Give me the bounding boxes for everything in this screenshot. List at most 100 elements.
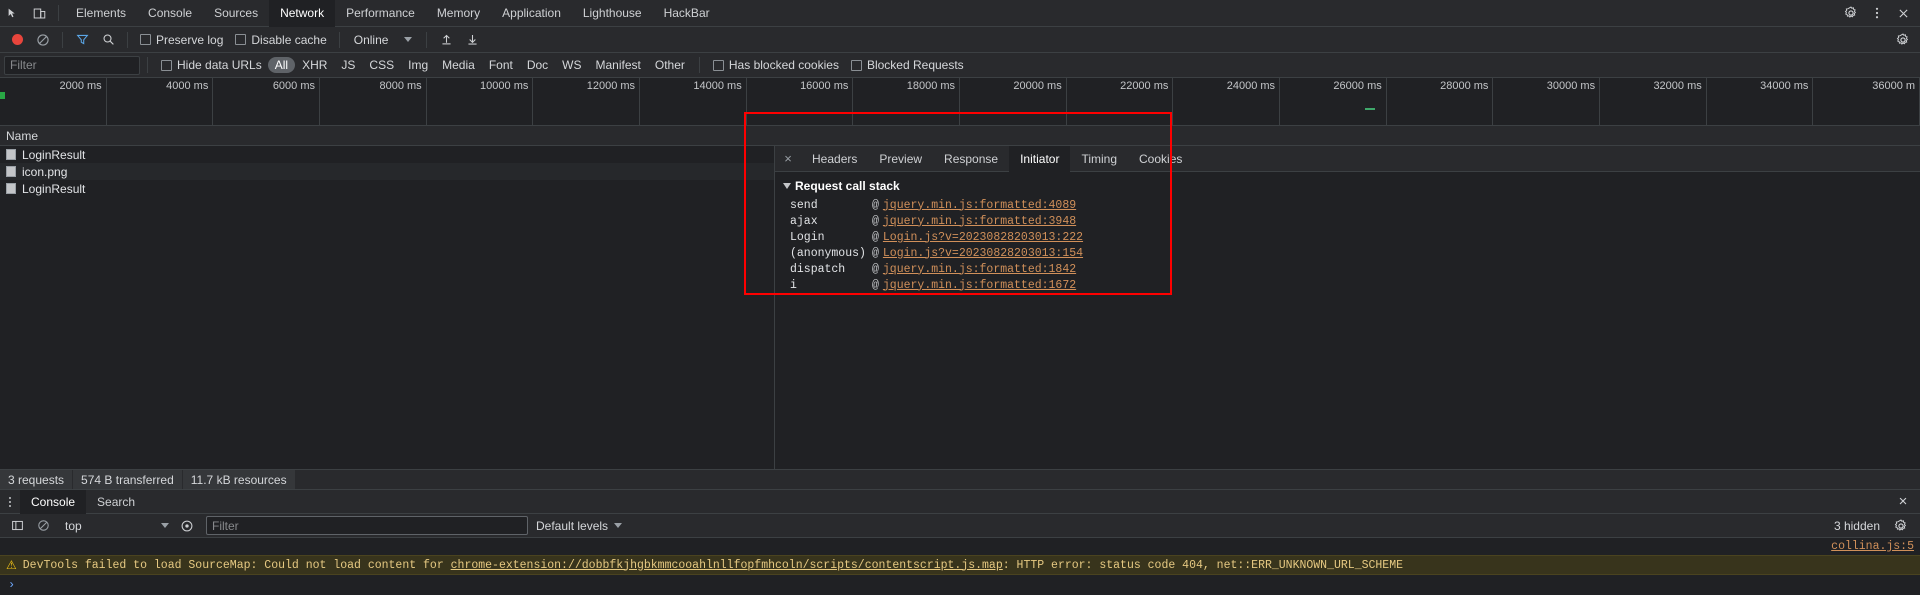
disable-cache-checkbox[interactable]: Disable cache bbox=[229, 33, 332, 47]
close-details-icon[interactable]: × bbox=[775, 146, 801, 172]
tab-cookies[interactable]: Cookies bbox=[1128, 146, 1193, 172]
tab-timing[interactable]: Timing bbox=[1070, 146, 1128, 172]
timeline-start-marker bbox=[0, 92, 5, 99]
tab-lighthouse[interactable]: Lighthouse bbox=[572, 0, 653, 27]
console-warning-message[interactable]: ⚠ DevTools failed to load SourceMap: Cou… bbox=[0, 555, 1920, 575]
type-filter-img[interactable]: Img bbox=[401, 57, 435, 73]
hide-data-urls-checkbox[interactable]: Hide data URLs bbox=[155, 58, 268, 72]
call-stack-link[interactable]: jquery.min.js:formatted:3948 bbox=[883, 215, 1076, 228]
at-symbol: @ bbox=[872, 246, 879, 260]
preserve-log-checkbox[interactable]: Preserve log bbox=[134, 33, 229, 47]
type-filter-xhr[interactable]: XHR bbox=[295, 57, 334, 73]
console-source-link[interactable]: collina.js:5 bbox=[1831, 540, 1914, 553]
settings-gear-icon[interactable] bbox=[1838, 0, 1864, 26]
record-button[interactable] bbox=[4, 27, 30, 53]
tab-application[interactable]: Application bbox=[491, 0, 572, 27]
more-options-icon[interactable] bbox=[1864, 0, 1890, 26]
request-call-stack-header[interactable]: Request call stack bbox=[783, 179, 1920, 197]
call-stack-row: dispatch @ jquery.min.js:formatted:1842 bbox=[783, 261, 1920, 277]
call-stack-link[interactable]: jquery.min.js:formatted:1842 bbox=[883, 263, 1076, 276]
blocked-requests-checkbox[interactable]: Blocked Requests bbox=[845, 58, 970, 72]
tab-network[interactable]: Network bbox=[269, 0, 336, 27]
close-drawer-icon[interactable]: × bbox=[1890, 489, 1916, 515]
tab-memory[interactable]: Memory bbox=[426, 0, 491, 27]
network-overview-timeline[interactable]: 2000 ms 4000 ms 6000 ms 8000 ms 10000 ms… bbox=[0, 78, 1920, 126]
status-transferred: 574 B transferred bbox=[73, 469, 182, 490]
has-blocked-cookies-checkbox[interactable]: Has blocked cookies bbox=[707, 58, 845, 72]
section-title-label: Request call stack bbox=[795, 179, 900, 193]
tab-headers[interactable]: Headers bbox=[801, 146, 868, 172]
status-spacer bbox=[295, 469, 1920, 490]
prompt-arrow-icon: › bbox=[8, 578, 16, 592]
request-list: LoginResult icon.png LoginResult bbox=[0, 146, 774, 197]
checkbox-box bbox=[850, 59, 862, 71]
tick-label: 2000 ms bbox=[59, 80, 102, 92]
call-stack-link[interactable]: jquery.min.js:formatted:4089 bbox=[883, 199, 1076, 212]
device-toolbar-icon[interactable] bbox=[26, 0, 52, 26]
export-har-icon[interactable] bbox=[459, 27, 485, 53]
live-expression-eye-icon[interactable] bbox=[174, 513, 200, 539]
type-filter-manifest[interactable]: Manifest bbox=[589, 57, 648, 73]
clear-requests-icon[interactable] bbox=[30, 27, 56, 53]
at-symbol: @ bbox=[872, 230, 879, 244]
console-filter-input[interactable] bbox=[206, 516, 528, 535]
tick-label: 32000 ms bbox=[1653, 80, 1702, 92]
close-devtools-icon[interactable] bbox=[1890, 0, 1916, 26]
call-stack-function: Login bbox=[790, 230, 825, 244]
tab-preview[interactable]: Preview bbox=[868, 146, 933, 172]
triangle-down-icon bbox=[783, 183, 791, 189]
console-sidebar-toggle-icon[interactable] bbox=[4, 513, 30, 539]
call-stack-link[interactable]: Login.js?v=20230828203013:154 bbox=[883, 247, 1083, 260]
console-log-levels-select[interactable]: Default levels bbox=[536, 519, 623, 533]
tab-sources[interactable]: Sources bbox=[203, 0, 269, 27]
type-filter-css[interactable]: CSS bbox=[362, 57, 401, 73]
drawer-more-options-icon[interactable] bbox=[0, 490, 20, 514]
type-filter-doc[interactable]: Doc bbox=[520, 57, 555, 73]
chevron-down-icon bbox=[404, 37, 413, 42]
call-stack-function: send bbox=[790, 198, 818, 212]
call-stack-row: i @ jquery.min.js:formatted:1672 bbox=[783, 277, 1920, 293]
type-filter-font[interactable]: Font bbox=[482, 57, 520, 73]
console-context-select[interactable]: top bbox=[60, 516, 174, 535]
type-filter-other[interactable]: Other bbox=[648, 57, 692, 73]
message-suffix: : HTTP error: status code 404, net::ERR_… bbox=[1002, 558, 1403, 572]
call-stack-function: i bbox=[790, 278, 797, 292]
tab-initiator[interactable]: Initiator bbox=[1009, 146, 1071, 172]
type-filter-all[interactable]: All bbox=[267, 57, 296, 73]
search-icon[interactable] bbox=[95, 27, 121, 53]
tab-console[interactable]: Console bbox=[137, 0, 203, 27]
table-row[interactable]: LoginResult bbox=[0, 180, 774, 197]
message-url[interactable]: chrome-extension://dobbfkjhgbkmmcooahlnl… bbox=[451, 559, 1003, 572]
drawer-tab-console[interactable]: Console bbox=[20, 489, 87, 514]
tab-elements[interactable]: Elements bbox=[65, 0, 137, 27]
call-stack-link[interactable]: jquery.min.js:formatted:1672 bbox=[883, 279, 1076, 292]
tick-label: 8000 ms bbox=[379, 80, 422, 92]
type-filter-ws[interactable]: WS bbox=[555, 57, 588, 73]
console-prompt[interactable]: › bbox=[0, 575, 1920, 595]
clear-console-icon[interactable] bbox=[30, 513, 56, 539]
inspect-element-icon[interactable] bbox=[0, 0, 26, 26]
filter-toggle-icon[interactable] bbox=[69, 27, 95, 53]
toolbar-divider bbox=[338, 31, 340, 48]
drawer-tab-search[interactable]: Search bbox=[86, 490, 146, 514]
type-filter-js[interactable]: JS bbox=[334, 57, 362, 73]
type-filter-media[interactable]: Media bbox=[435, 57, 482, 73]
import-har-icon[interactable] bbox=[433, 27, 459, 53]
table-row[interactable]: icon.png bbox=[0, 163, 774, 180]
throttling-select[interactable]: Online bbox=[346, 33, 421, 47]
console-toolbar-actions: 3 hidden bbox=[1834, 513, 1920, 539]
tab-hackbar[interactable]: HackBar bbox=[653, 0, 721, 27]
call-stack-link[interactable]: Login.js?v=20230828203013:222 bbox=[883, 231, 1083, 244]
tab-performance[interactable]: Performance bbox=[335, 0, 426, 27]
call-stack-row: ajax @ jquery.min.js:formatted:3948 bbox=[783, 213, 1920, 229]
message-prefix: DevTools failed to load SourceMap: Could… bbox=[22, 558, 451, 572]
column-header-name[interactable]: Name bbox=[0, 129, 38, 143]
table-row[interactable]: LoginResult bbox=[0, 146, 774, 163]
network-settings-gear-icon[interactable] bbox=[1890, 27, 1916, 53]
timeline-tick: 24000 ms bbox=[1173, 78, 1281, 125]
timeline-tick: 10000 ms bbox=[427, 78, 534, 125]
console-settings-gear-icon[interactable] bbox=[1888, 513, 1914, 539]
tab-response[interactable]: Response bbox=[933, 146, 1009, 172]
network-filter-input[interactable] bbox=[4, 55, 140, 75]
timeline-tick: 30000 ms bbox=[1493, 78, 1601, 125]
